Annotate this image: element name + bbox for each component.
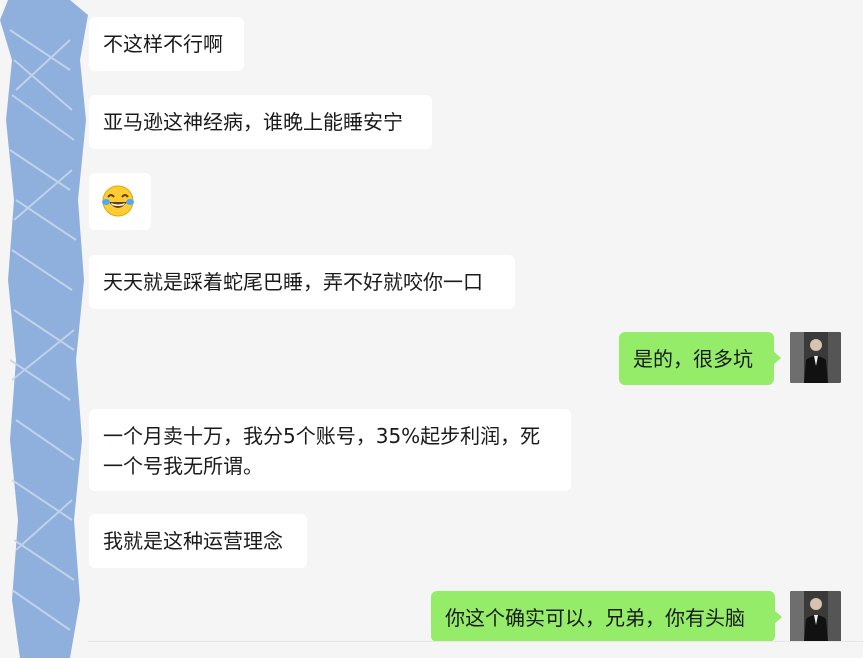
incoming-message-bubble[interactable]: 亚马逊这神经病，谁晚上能睡安宁	[89, 95, 432, 149]
chat-window: 不这样不行啊 亚马逊这神经病，谁晚上能睡安宁 天天就是踩着蛇尾巴睡，弄不好就咬你…	[0, 0, 863, 658]
message-text: 是的，很多坑	[633, 347, 753, 371]
face-with-tears-of-joy-icon	[102, 185, 134, 217]
outgoing-message-bubble[interactable]: 你这个确实可以，兄弟，你有头脑	[431, 591, 782, 642]
message-text: 一个月卖十万，我分5个账号，35%起步利润，死一个号我无所谓。	[103, 424, 541, 478]
incoming-emoji-bubble[interactable]	[89, 173, 151, 230]
message-text: 你这个确实可以，兄弟，你有头脑	[445, 606, 745, 630]
person-photo-icon	[790, 332, 841, 383]
my-avatar[interactable]	[790, 591, 841, 642]
incoming-message-bubble[interactable]: 不这样不行啊	[89, 17, 244, 71]
person-photo-icon	[790, 591, 841, 642]
message-text: 亚马逊这神经病，谁晚上能睡安宁	[103, 110, 403, 134]
incoming-message-bubble[interactable]: 天天就是踩着蛇尾巴睡，弄不好就咬你一口	[89, 255, 515, 309]
message-text: 我就是这种运营理念	[103, 529, 283, 553]
my-avatar[interactable]	[790, 332, 841, 383]
message-text: 不这样不行啊	[103, 32, 223, 56]
incoming-message-bubble[interactable]: 一个月卖十万，我分5个账号，35%起步利润，死一个号我无所谓。	[89, 409, 571, 491]
redacted-avatar-column	[0, 0, 88, 658]
message-text: 天天就是踩着蛇尾巴睡，弄不好就咬你一口	[103, 270, 483, 294]
outgoing-message-bubble[interactable]: 是的，很多坑	[619, 332, 781, 385]
input-area-divider	[88, 641, 863, 642]
incoming-message-bubble[interactable]: 我就是这种运营理念	[89, 514, 307, 568]
